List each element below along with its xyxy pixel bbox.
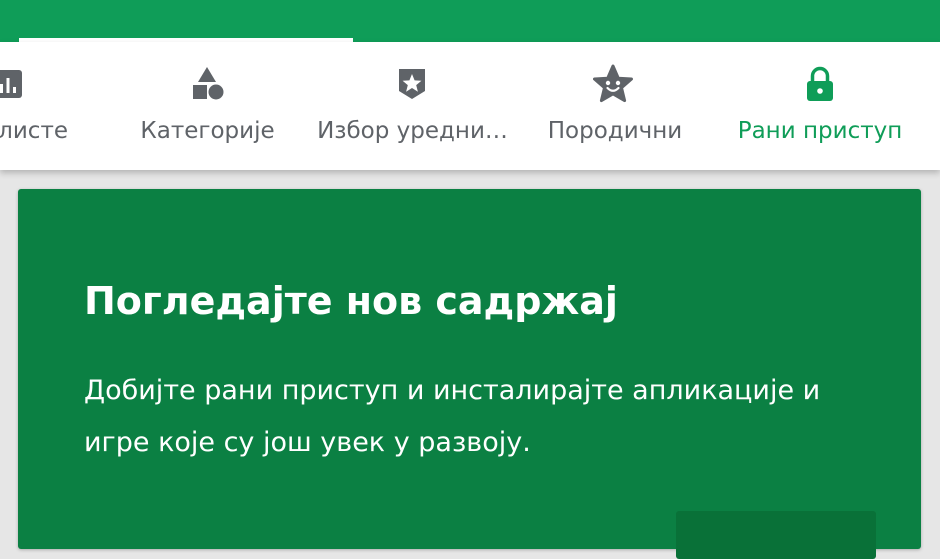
- tab-charts[interactable]: листе: [0, 42, 70, 170]
- early-access-promo-card: Погледајте нов садржај Добијте рани прис…: [18, 189, 921, 559]
- star-badge-icon: [392, 64, 432, 104]
- tab-label: Породични: [547, 118, 683, 144]
- tab-label: листе: [0, 118, 68, 144]
- smiling-star-icon: [593, 64, 633, 104]
- tab-label: Избор уредни…: [317, 118, 508, 144]
- tab-family[interactable]: Породични: [535, 42, 695, 170]
- promo-action-button[interactable]: [676, 511, 876, 559]
- tab-categories[interactable]: Категорије: [130, 42, 285, 170]
- bar-chart-icon: [0, 64, 28, 104]
- category-tab-bar: листе Категорије Избор уредни… Породични…: [0, 42, 940, 170]
- app-top-bar: [0, 0, 940, 42]
- tab-label: Категорије: [140, 118, 275, 144]
- tab-early-access[interactable]: Рани приступ: [720, 42, 920, 170]
- shapes-icon: [187, 64, 227, 104]
- lock-icon: [800, 64, 840, 104]
- tab-editors-choice[interactable]: Избор уредни…: [305, 42, 520, 170]
- promo-description: Добијте рани приступ и инсталирајте апли…: [84, 375, 821, 458]
- tab-label: Рани приступ: [737, 118, 903, 144]
- promo-title: Погледајте нов садржај: [84, 279, 618, 323]
